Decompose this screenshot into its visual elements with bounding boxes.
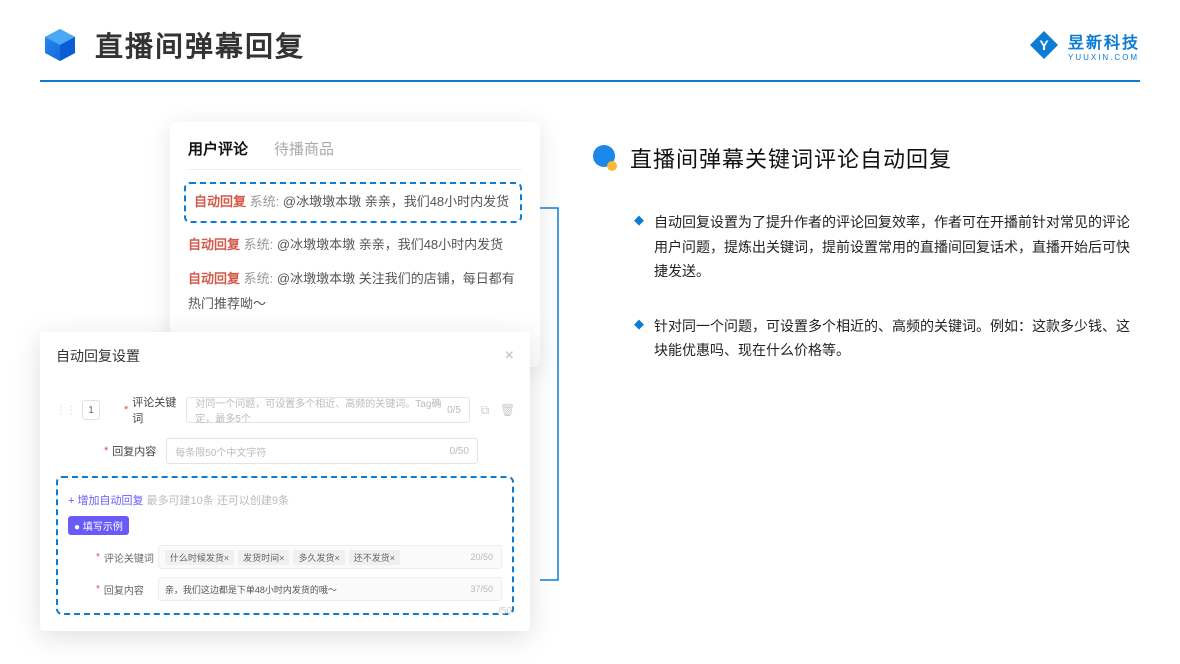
chat-tabs: 用户评论 待播商品 [188, 138, 522, 170]
diamond-icon: ◆ [634, 212, 644, 284]
keyword-placeholder: 对同一个问题，可设置多个相近、高频的关键词。Tag确定，最多5个 [195, 395, 461, 425]
logo-icon: Y [1028, 29, 1060, 61]
ex-tag: 多久发货× [293, 550, 344, 565]
diamond-icon: ◆ [634, 316, 644, 363]
delete-icon[interactable]: 🗑 [500, 403, 514, 417]
ex-tag: 发货时间× [238, 550, 289, 565]
comment-highlighted: 自动回复 系统: @冰墩墩本墩 亲亲，我们48小时内发货 [184, 182, 522, 223]
required-marker: * [96, 552, 100, 563]
ex-content-label: 回复内容 [104, 582, 158, 597]
drag-handle-icon[interactable]: ⋮⋮ [56, 405, 76, 416]
ex-keyword-count: 20/50 [470, 552, 493, 562]
keyword-count: 0/5 [447, 405, 461, 416]
svg-text:Y: Y [1039, 37, 1049, 53]
bullet-text: 自动回复设置为了提升作者的评论回复效率，作者可在开播前针对常见的评论用户问题，提… [654, 210, 1140, 284]
auto-reply-tag: 自动回复 [188, 237, 240, 252]
required-marker: * [124, 404, 128, 416]
bullet-item: ◆ 针对同一个问题，可设置多个相近的、高频的关键词。例如：这款多少钱、这块能优惠… [590, 314, 1140, 363]
example-content-row: * 回复内容 亲，我们这边都是下单48小时内发货的哦～ 37/50 [68, 577, 502, 601]
comment-text: @冰墩墩本墩 亲亲，我们48小时内发货 [277, 237, 503, 252]
logo-text-sub: YUUXIN.COM [1068, 53, 1140, 62]
tab-user-comments[interactable]: 用户评论 [188, 138, 248, 159]
comment-text: @冰墩墩本墩 亲亲，我们48小时内发货 [283, 194, 509, 209]
example-badge: ● 填写示例 [68, 516, 129, 535]
bullet-text: 针对同一个问题，可设置多个相近的、高频的关键词。例如：这款多少钱、这块能优惠吗、… [654, 314, 1140, 363]
ex-content-box: 亲，我们这边都是下单48小时内发货的哦～ 37/50 [158, 577, 502, 601]
content-label: 回复内容 [112, 443, 166, 459]
ex-content-count: 37/50 [470, 584, 493, 594]
auto-reply-tag: 自动回复 [188, 271, 240, 286]
close-icon[interactable]: × [505, 347, 514, 365]
brand-logo: Y 昱新科技 YUUXIN.COM [1028, 29, 1140, 62]
keyword-input[interactable]: 对同一个问题，可设置多个相近、高频的关键词。Tag确定，最多5个 0/5 [186, 397, 470, 423]
logo-text-main: 昱新科技 [1068, 29, 1140, 53]
system-label: 系统: [244, 271, 274, 286]
keyword-label: 评论关键词 [132, 394, 186, 426]
section-title: 直播间弹幕关键词评论自动回复 [630, 142, 952, 174]
comment-row: 自动回复 系统: @冰墩墩本墩 亲亲，我们48小时内发货 [188, 233, 522, 258]
required-marker: * [96, 584, 100, 595]
content-input[interactable]: 每条限50个中文字符 0/50 [166, 438, 478, 464]
content-count: 0/50 [450, 446, 469, 457]
keyword-row: ⋮⋮ 1 * 评论关键词 对同一个问题，可设置多个相近、高频的关键词。Tag确定… [56, 394, 514, 426]
bubble-icon [590, 144, 618, 172]
example-highlight-box: + 增加自动回复 最多可建10条 还可以创建9条 ● 填写示例 * 评论关键词 … [56, 476, 514, 615]
copy-icon[interactable]: ⧉ [478, 403, 492, 418]
content-placeholder: 每条限50个中文字符 [175, 444, 266, 459]
rule-index: 1 [82, 400, 100, 420]
page-title: 直播间弹幕回复 [95, 25, 305, 65]
system-label: 系统: [244, 237, 274, 252]
ex-tag: 什么时候发货× [165, 550, 234, 565]
example-keyword-row: * 评论关键词 什么时候发货× 发货时间× 多久发货× 还不发货× 20/50 [68, 545, 502, 569]
cube-icon [40, 25, 80, 65]
auto-reply-tag: 自动回复 [194, 194, 246, 209]
ex-content-text: 亲，我们这边都是下单48小时内发货的哦～ [165, 583, 337, 596]
auto-reply-settings-panel: 自动回复设置 × ⋮⋮ 1 * 评论关键词 对同一个问题，可设置多个相近、高频的… [40, 332, 530, 631]
chat-panel: 用户评论 待播商品 自动回复 系统: @冰墩墩本墩 亲亲，我们48小时内发货 自… [170, 122, 540, 367]
tab-pending-products[interactable]: 待播商品 [274, 138, 334, 159]
ex-keyword-box: 什么时候发货× 发货时间× 多久发货× 还不发货× 20/50 [158, 545, 502, 569]
ex-tag: 还不发货× [349, 550, 400, 565]
add-hint: 最多可建10条 还可以创建9条 [147, 495, 289, 507]
bullet-item: ◆ 自动回复设置为了提升作者的评论回复效率，作者可在开播前针对常见的评论用户问题… [590, 210, 1140, 284]
system-label: 系统: [250, 194, 280, 209]
required-marker: * [104, 445, 108, 457]
add-auto-reply-link[interactable]: + 增加自动回复 最多可建10条 还可以创建9条 [68, 492, 502, 508]
connector-line [540, 200, 570, 590]
section-header: 直播间弹幕关键词评论自动回复 [590, 142, 1140, 174]
ex-keyword-label: 评论关键词 [104, 550, 158, 565]
comment-row: 自动回复 系统: @冰墩墩本墩 关注我们的店铺，每日都有热门推荐呦～ [188, 267, 522, 316]
content-row: * 回复内容 每条限50个中文字符 0/50 [56, 438, 514, 464]
settings-title: 自动回复设置 [56, 346, 140, 366]
orphan-count: /50 [498, 606, 512, 617]
